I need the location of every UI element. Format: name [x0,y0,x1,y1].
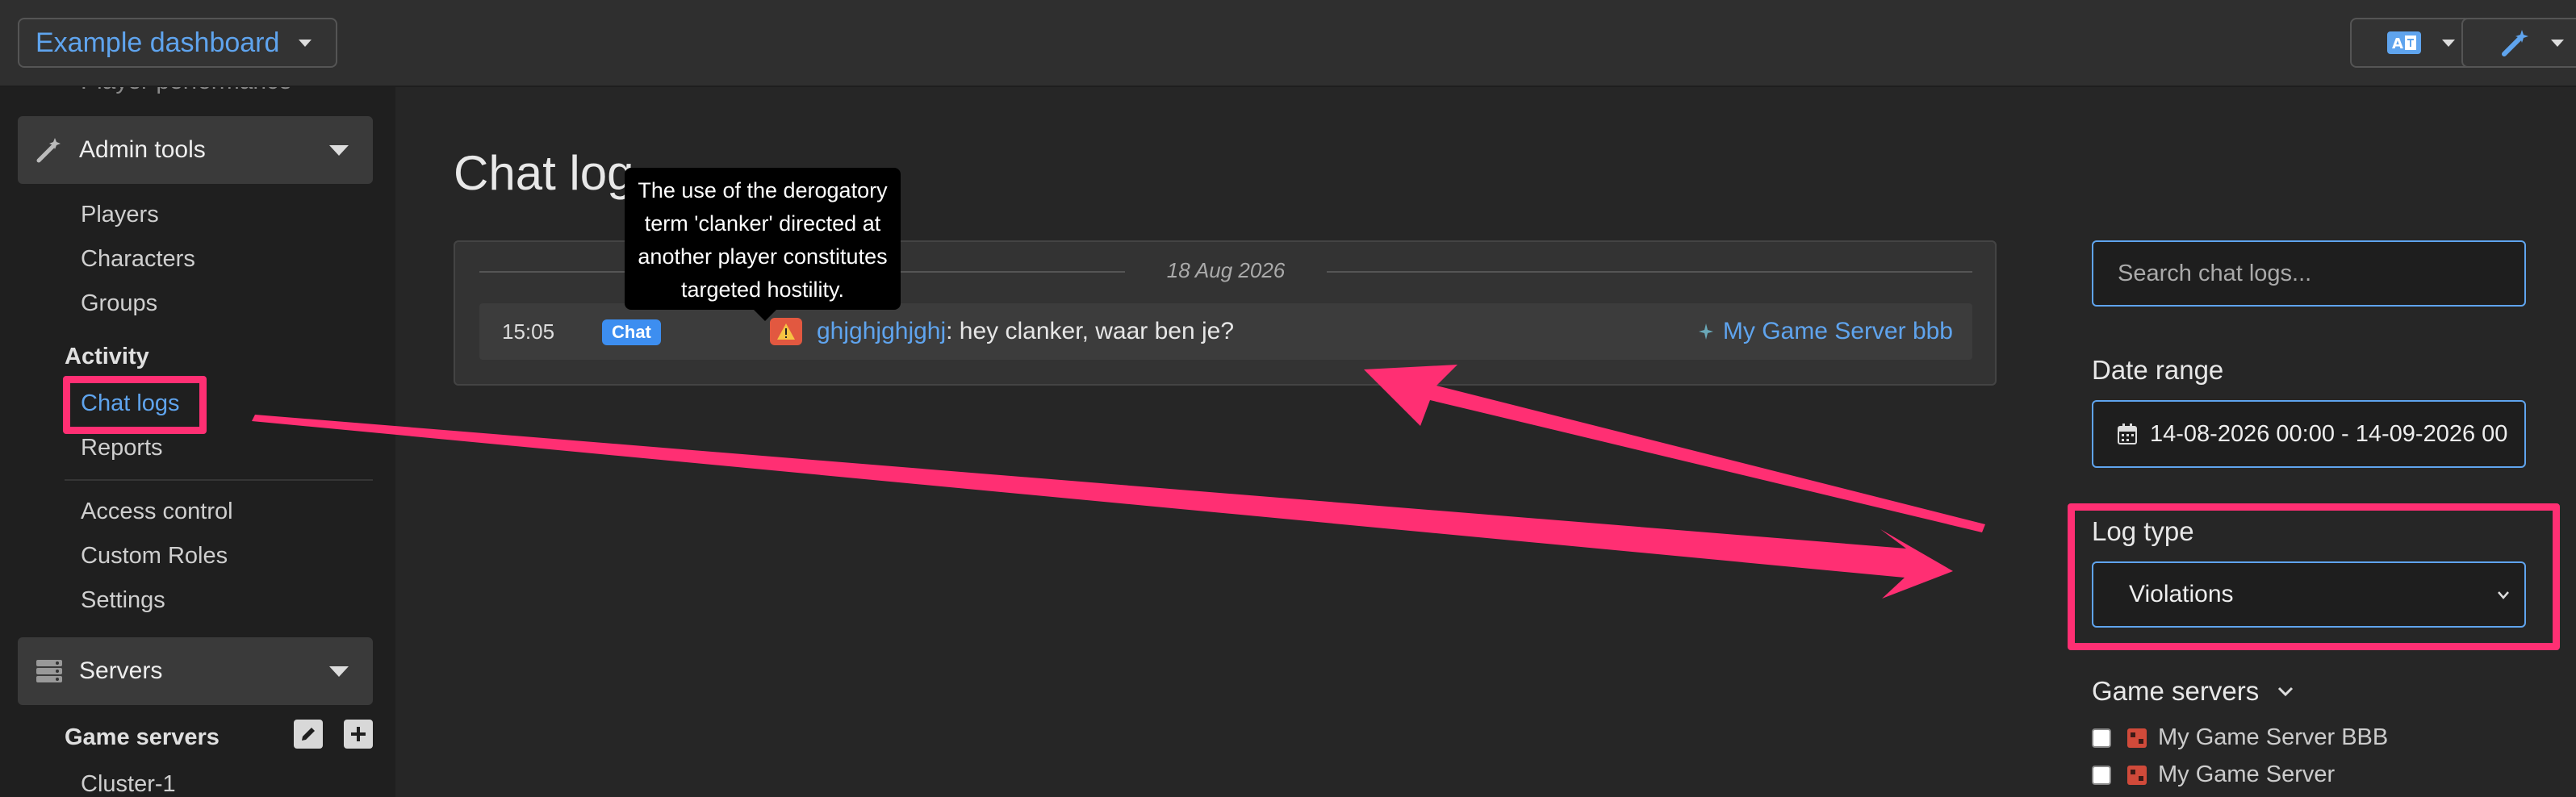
game-server-option-label: My Game Server BBB [2158,724,2389,750]
highlight-box-chat-logs [63,376,207,434]
calendar-icon [2118,424,2137,444]
sidebar-item-cluster-1[interactable]: Cluster-1 [81,771,176,797]
chevron-down-icon [2278,686,2294,697]
wand-icon [36,138,61,163]
log-type-badge: Chat [602,319,661,345]
game-server-option-label: My Game Server [2158,762,2336,787]
game-server-option[interactable]: My Game Server [2092,762,2335,788]
game-servers-actions [294,720,373,749]
tools-button[interactable] [2461,18,2576,68]
sidebar-section-admin-tools[interactable]: Admin tools [18,116,373,184]
chevron-down-icon [2498,591,2509,599]
tooltip-line: targeted hostility. [680,277,845,302]
game-server-option[interactable]: My Game Server BBB [2092,724,2388,751]
sidebar-item-reports[interactable]: Reports [81,435,163,461]
server-icon [36,660,62,682]
sidebar-heading-activity: Activity [65,344,149,369]
server-link[interactable]: My Game Server bbb [1697,318,1953,345]
tooltip-line: The use of the derogatory [638,178,888,202]
game-servers-filter-toggle[interactable]: Game servers [2092,676,2294,707]
violation-tooltip: The use of the derogatory term 'clanker'… [625,168,901,321]
caret-down-icon [2442,39,2455,47]
edit-icon[interactable] [294,720,323,749]
date-range-label: Date range [2092,355,2224,385]
sidebar: Player performance Admin tools Players C… [0,87,395,797]
top-bar: Example dashboard A [0,0,2576,87]
sidebar-item-characters[interactable]: Characters [81,246,195,273]
checkbox[interactable] [2092,765,2111,785]
log-type-select[interactable]: Violations [2092,561,2526,628]
add-icon[interactable] [344,720,373,749]
player-link[interactable]: ghjghjghjghj [817,318,946,344]
sidebar-section-label: Admin tools [79,136,206,163]
tooltip-line: term 'clanker' directed at [644,211,881,236]
game-server-icon [2127,765,2147,785]
arrow-to-log-type [252,415,1953,599]
caret-down-icon [2551,39,2564,47]
sidebar-item-settings[interactable]: Settings [81,587,165,614]
chat-log-row[interactable]: 15:05 Chat ghjghjghjghj: hey clanker, wa… [479,303,1972,360]
sidebar-divider [65,479,373,481]
warning-icon[interactable] [770,318,802,345]
message-text: : hey clanker, waar ben je? [946,318,1235,344]
sidebar-item-player-performance[interactable]: Player performance [81,87,292,95]
translate-icon: A [2387,31,2421,54]
log-time: 15:05 [502,319,555,344]
log-type-value: Violations [2129,581,2234,607]
caret-down-icon [329,666,349,677]
caret-down-icon [329,145,349,156]
log-type-label: Log type [2092,516,2194,546]
sidebar-item-access-control[interactable]: Access control [81,499,233,525]
arrow-to-chat-row [1364,365,1985,532]
tooltip-line: another player constitutes [638,244,888,269]
chat-message: ghjghjghjghj: hey clanker, waar ben je? [817,318,1234,345]
sidebar-item-custom-roles[interactable]: Custom Roles [81,543,228,570]
sidebar-item-players[interactable]: Players [81,202,159,228]
search-input[interactable] [2092,240,2526,307]
server-link-label: My Game Server bbb [1722,318,1953,344]
magic-wand-icon [2502,30,2528,56]
dashboard-select-label: Example dashboard [36,27,280,58]
game-server-icon [2127,728,2147,748]
sidebar-section-label: Servers [79,657,163,684]
sidebar-section-servers[interactable]: Servers [18,637,373,705]
game-servers-filter-label: Game servers [2092,676,2260,706]
caret-down-icon [299,39,312,47]
checkbox[interactable] [2092,728,2111,748]
server-status-icon [1698,323,1713,340]
sidebar-item-groups[interactable]: Groups [81,290,157,317]
dashboard-select[interactable]: Example dashboard [18,18,337,68]
svg-text:A: A [2392,35,2403,52]
sidebar-heading-game-servers: Game servers [65,724,220,750]
page-title: Chat log [454,146,634,200]
date-range-input[interactable]: 14-08-2026 00:00 - 14-09-2026 00 [2092,400,2526,468]
date-range-value: 14-08-2026 00:00 - 14-09-2026 00 [2150,420,2508,447]
